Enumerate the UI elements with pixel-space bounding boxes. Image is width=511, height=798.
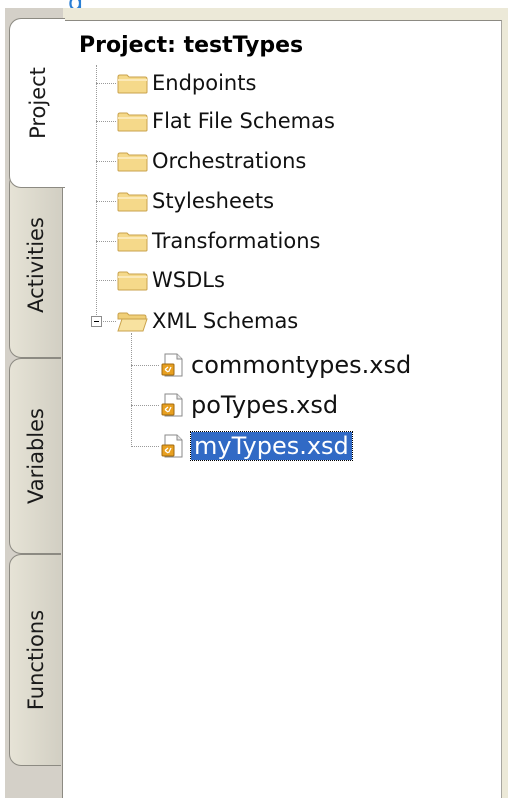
tree-folder-label: Endpoints bbox=[152, 71, 257, 95]
tree-folder-xml-schemas[interactable]: XML Schemas bbox=[117, 303, 298, 339]
open-folder-icon bbox=[117, 312, 148, 332]
tree-connector bbox=[96, 280, 116, 281]
project-tree-panel: Project: testTypes Endpoints Flat File S… bbox=[62, 20, 502, 798]
collapse-toggle[interactable] bbox=[91, 316, 102, 327]
tree-file-potypes[interactable]: poTypes.xsd bbox=[161, 387, 338, 423]
tree-connector bbox=[96, 241, 116, 242]
xsd-file-icon bbox=[161, 353, 183, 377]
tree-connector bbox=[96, 161, 116, 162]
tab-activities-label: Activities bbox=[23, 217, 48, 313]
tree-connector bbox=[131, 446, 159, 447]
project-title: Project: testTypes bbox=[79, 33, 304, 58]
xsd-file-icon bbox=[161, 393, 183, 417]
tree-connector bbox=[131, 365, 159, 366]
tab-variables[interactable]: Variables bbox=[9, 358, 61, 554]
folder-icon bbox=[117, 74, 148, 94]
tree-connector bbox=[96, 121, 116, 122]
tree-folder-label: WSDLs bbox=[152, 268, 225, 292]
folder-icon bbox=[117, 232, 148, 252]
folder-icon bbox=[117, 152, 148, 172]
tree-file-label-selected: myTypes.xsd bbox=[190, 431, 353, 461]
tree-folder-label: Flat File Schemas bbox=[152, 109, 335, 133]
tree-connector bbox=[103, 321, 116, 322]
tree-folder-stylesheets[interactable]: Stylesheets bbox=[117, 183, 274, 219]
tree-folder-endpoints[interactable]: Endpoints bbox=[117, 65, 256, 101]
tree-connector bbox=[96, 83, 116, 84]
xsd-file-icon bbox=[161, 434, 183, 458]
tab-variables-label: Variables bbox=[23, 408, 48, 504]
tree-connector bbox=[96, 201, 116, 202]
tree-file-label: commontypes.xsd bbox=[191, 351, 412, 379]
tree-folder-label: XML Schemas bbox=[152, 309, 299, 333]
tree-folder-transformations[interactable]: Transformations bbox=[117, 223, 321, 259]
tree-folder-label: Orchestrations bbox=[152, 149, 307, 173]
tree-connector bbox=[131, 405, 159, 406]
tab-activities[interactable]: Activities bbox=[9, 172, 61, 358]
tab-functions-label: Functions bbox=[23, 609, 48, 711]
tree-file-label: poTypes.xsd bbox=[191, 391, 339, 419]
tree-folder-label: Stylesheets bbox=[152, 189, 275, 213]
tab-project-label: Project bbox=[25, 67, 50, 139]
folder-icon bbox=[117, 192, 148, 212]
folder-icon bbox=[117, 112, 148, 132]
tree-folder-label: Transformations bbox=[152, 229, 321, 253]
folder-icon bbox=[117, 271, 148, 291]
tree-folder-flat-file-schemas[interactable]: Flat File Schemas bbox=[117, 103, 335, 139]
tree-connector bbox=[96, 65, 97, 325]
tree-file-commontypes[interactable]: commontypes.xsd bbox=[161, 347, 411, 383]
tree-folder-orchestrations[interactable]: Orchestrations bbox=[117, 143, 306, 179]
tab-functions[interactable]: Functions bbox=[9, 554, 61, 766]
tree-connector bbox=[131, 333, 132, 447]
tab-project[interactable]: Project bbox=[9, 18, 65, 188]
tree-folder-wsdls[interactable]: WSDLs bbox=[117, 262, 225, 298]
tree-file-mytypes[interactable]: myTypes.xsd bbox=[161, 428, 353, 464]
